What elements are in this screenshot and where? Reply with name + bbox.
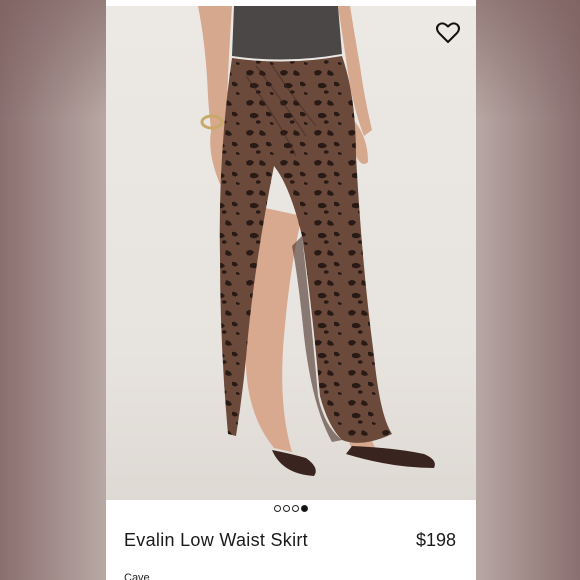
heart-outline-icon xyxy=(436,22,460,43)
product-color: Cave xyxy=(124,572,150,580)
product-card[interactable]: Evalin Low Waist Skirt $198 Cave xyxy=(106,0,476,580)
pagination-dot-active[interactable] xyxy=(301,505,308,512)
pagination-dot[interactable] xyxy=(274,505,281,512)
favorite-button[interactable] xyxy=(436,22,462,48)
pagination-dot[interactable] xyxy=(292,505,299,512)
product-info: Evalin Low Waist Skirt $198 xyxy=(124,530,456,551)
product-title[interactable]: Evalin Low Waist Skirt xyxy=(124,530,308,551)
pagination-dot[interactable] xyxy=(283,505,290,512)
image-pagination xyxy=(106,505,476,512)
product-photo-illustration xyxy=(198,6,435,476)
product-image[interactable] xyxy=(106,6,476,500)
product-price: $198 xyxy=(415,530,456,550)
